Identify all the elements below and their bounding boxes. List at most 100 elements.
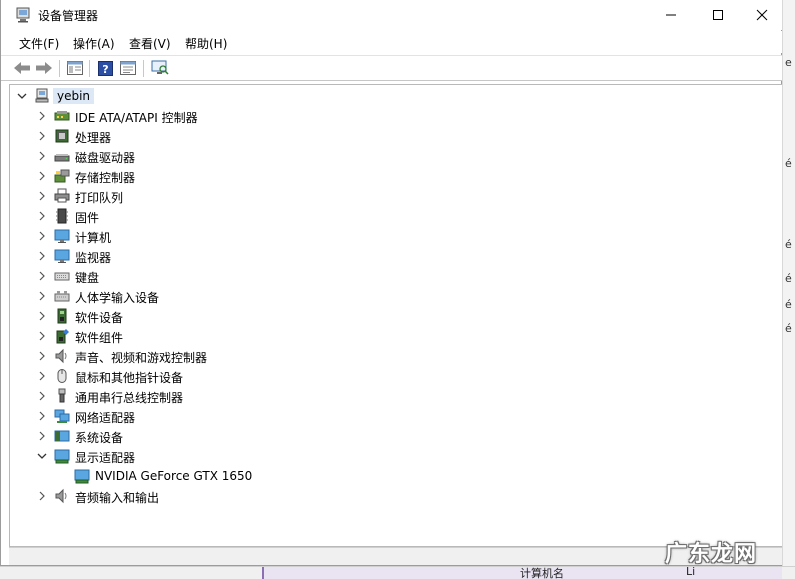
bg-fragment: é [785,322,792,335]
background-window-strip: e é é é é é [782,0,795,579]
close-button[interactable] [742,0,782,30]
tree-item[interactable]: 软件设备 [10,306,770,326]
tree-item-label: 打印队列 [75,191,124,205]
menu-action[interactable]: 操作(A) [71,34,117,53]
back-arrow-icon [14,62,30,74]
bg-fragment: e [785,56,792,69]
expand-chevron-icon[interactable] [37,291,47,301]
expand-chevron-icon[interactable] [37,331,47,341]
monitor-icon [54,249,70,263]
tree-item-label: 鼠标和其他指针设备 [75,371,184,385]
expand-chevron-icon[interactable] [37,191,47,201]
tree-item[interactable]: 磁盘驱动器 [10,146,770,166]
tree-item-label: IDE ATA/ATAPI 控制器 [75,111,198,125]
computer-icon [35,88,49,103]
expand-chevron-icon[interactable] [37,371,47,381]
tree-item[interactable]: 显示适配器 [10,446,770,466]
ide-controller-icon [54,111,70,121]
tree-item-label: 磁盘驱动器 [75,151,136,165]
back-button[interactable] [12,59,32,77]
expand-chevron-icon[interactable] [37,151,47,161]
title-bar[interactable]: 设备管理器 [1,0,782,30]
tree-item-label: yebin [53,88,95,104]
svg-text:?: ? [102,63,108,76]
tree-item[interactable]: 打印队列 [10,186,770,206]
forward-button[interactable] [34,59,54,77]
tree-item-label: 监视器 [75,251,112,265]
tree-item-label: 存储控制器 [75,171,136,185]
expand-chevron-icon[interactable] [37,251,47,261]
tree-item-label: 音频输入和输出 [75,491,160,505]
display-adapter-icon [74,469,90,484]
help-icon: ? [97,60,113,76]
forward-arrow-icon [36,62,52,74]
tree-item-label: 网络适配器 [75,411,136,425]
menu-bar: 文件(F) 操作(A) 查看(V) 帮助(H) [1,31,782,53]
expand-chevron-icon[interactable] [37,311,47,321]
collapse-chevron-icon[interactable] [37,451,47,461]
tree-item[interactable]: 软件组件 [10,326,770,346]
tree-item[interactable]: NVIDIA GeForce GTX 1650 [10,466,770,486]
expand-chevron-icon[interactable] [37,131,47,141]
tree-item[interactable]: 通用串行总线控制器 [10,386,770,406]
toolbar-separator [89,60,90,77]
bg-fragment: é [785,272,792,285]
tree-item-label: NVIDIA GeForce GTX 1650 [95,469,253,483]
tree-item-label: 声音、视频和游戏控制器 [75,351,208,365]
tree-item[interactable]: IDE ATA/ATAPI 控制器 [10,106,770,126]
tree-item[interactable]: 网络适配器 [10,406,770,426]
tree-item-label: 系统设备 [75,431,124,445]
mouse-icon [57,369,67,383]
expand-chevron-icon[interactable] [37,411,47,421]
tree-item[interactable]: 声音、视频和游戏控制器 [10,346,770,366]
tree-item[interactable]: 键盘 [10,266,770,286]
minimize-icon [666,14,676,16]
scan-hardware-button[interactable] [150,59,170,77]
console-tree-button[interactable] [65,59,85,77]
bg-fragment: é [785,298,792,311]
watermark-text: 广东龙网 [665,542,758,567]
expand-chevron-icon[interactable] [37,211,47,221]
keyboard-icon [54,272,70,281]
tree-item[interactable]: 固件 [10,206,770,226]
collapse-chevron-icon[interactable] [17,91,27,101]
bg-fragment: 计算机名 [520,567,564,579]
menu-file[interactable]: 文件(F) [17,34,61,53]
tree-item[interactable]: 鼠标和其他指针设备 [10,366,770,386]
software-component-icon [56,329,69,344]
tree-item[interactable]: 监视器 [10,246,770,266]
expand-chevron-icon[interactable] [37,271,47,281]
minimize-button[interactable] [648,0,694,30]
properties-icon [120,61,136,75]
tree-item-label: 处理器 [75,131,112,145]
tree-item-label: 软件设备 [75,311,124,325]
expand-chevron-icon[interactable] [37,231,47,241]
expand-chevron-icon[interactable] [37,111,47,121]
tree-item[interactable]: 音频输入和输出 [10,486,770,506]
tree-item[interactable]: 存储控制器 [10,166,770,186]
expand-chevron-icon[interactable] [37,351,47,361]
system-device-icon [54,430,70,442]
tree-item-label: 人体学输入设备 [75,291,160,305]
expand-chevron-icon[interactable] [37,171,47,181]
console-tree-icon [67,61,83,75]
tree-item-label: 软件组件 [75,331,124,345]
tree-item[interactable]: 计算机 [10,226,770,246]
expand-chevron-icon[interactable] [37,391,47,401]
tree-item-label: 键盘 [75,271,100,285]
tree-root[interactable]: yebin [10,86,770,106]
network-adapter-icon [54,409,70,423]
properties-button[interactable] [118,59,138,77]
menu-help[interactable]: 帮助(H) [183,34,229,53]
expand-chevron-icon[interactable] [37,491,47,501]
tree-item[interactable]: 系统设备 [10,426,770,446]
software-device-icon [57,308,67,324]
help-button[interactable]: ? [95,59,115,77]
tree-item[interactable]: 人体学输入设备 [10,286,770,306]
expand-chevron-icon[interactable] [37,431,47,441]
disk-drive-icon [54,154,70,162]
menu-view[interactable]: 查看(V) [127,34,173,53]
tree-item-label: 显示适配器 [75,451,136,465]
maximize-button[interactable] [695,0,741,30]
tree-item[interactable]: 处理器 [10,126,770,146]
